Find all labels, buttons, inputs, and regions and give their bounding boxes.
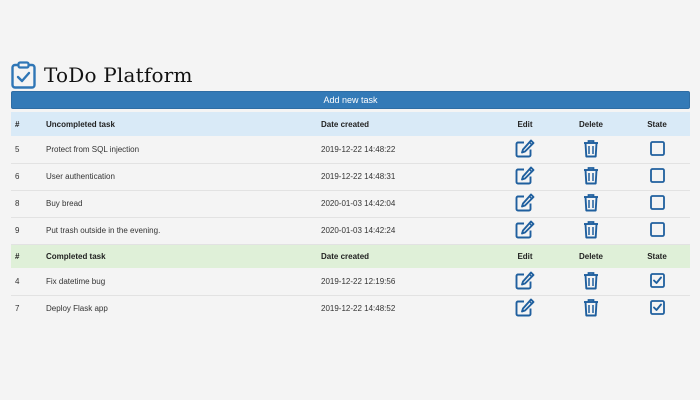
checkbox-empty-icon[interactable] [649,195,665,210]
task-date: 2019-12-22 14:48:31 [317,163,492,191]
edit-cell [492,190,558,218]
edit-icon[interactable] [515,298,535,317]
delete-cell [558,268,624,296]
uncompleted-header-edit: Edit [517,119,533,129]
state-cell [624,190,690,218]
trash-icon[interactable] [583,271,599,290]
task-name: Buy bread [42,190,317,218]
uncompleted-header-state: State [647,119,667,129]
task-id: 6 [11,163,42,191]
task-name: Put trash outside in the evening. [42,217,317,245]
trash-icon[interactable] [583,139,599,158]
table-row: 5 Protect from SQL injection 2019-12-22 14… [11,136,690,164]
task-date: 2020-01-03 14:42:04 [317,190,492,218]
task-name: User authentication [42,163,317,191]
state-cell [624,295,690,322]
checkbox-empty-icon[interactable] [649,222,665,237]
completed-header-state: State [647,251,667,261]
add-task-button[interactable]: Add new task [11,91,690,109]
clipboard-check-icon [11,61,36,89]
checkbox-checked-icon[interactable] [649,272,665,288]
uncompleted-header-date: Date created [321,119,370,129]
completed-header-num: # [15,251,20,261]
page-title: ToDo Platform [44,63,193,87]
task-id: 7 [15,304,20,314]
task-date: 2019-12-22 12:19:56 [317,268,492,296]
task-name: Protect from SQL injection [42,136,317,164]
edit-cell [492,163,558,191]
trash-icon[interactable] [583,220,599,239]
checkbox-empty-icon[interactable] [649,140,665,156]
delete-cell [558,295,624,322]
task-name: Fix datetime bug [42,268,317,296]
edit-cell [492,295,558,322]
state-cell [624,136,690,164]
checkbox-empty-icon[interactable] [649,168,665,183]
trash-icon[interactable] [583,193,599,212]
task-date: 2019-12-22 14:48:52 [321,304,396,314]
edit-cell [492,217,558,245]
state-cell [624,163,690,191]
table-row: 9 Put trash outside in the evening. 2020-0… [11,217,690,245]
tasks-table: # Uncompleted task Date created Edit Delete S… [11,112,690,322]
edit-cell [492,136,558,164]
table-row: 7 Deploy Flask app 2019-12-22 14:48:52 [11,295,690,322]
completed-header-delete: Delete [578,251,603,261]
uncompleted-header-task: Uncompleted task [46,119,115,129]
table-row: 4 Fix datetime bug 2019-12-22 12:19:56 [11,268,690,296]
completed-header-task: Completed task [46,251,106,261]
state-cell [624,268,690,296]
task-date: 2020-01-03 14:42:24 [317,217,492,245]
trash-icon[interactable] [583,298,599,317]
app-header: ToDo Platform [11,60,193,90]
edit-icon[interactable] [515,271,535,290]
table-row: 8 Buy bread 2020-01-03 14:42:04 [11,190,690,218]
task-id: 5 [11,136,42,164]
task-name: Deploy Flask app [46,304,108,314]
state-cell [624,217,690,245]
task-id: 9 [11,217,42,245]
completed-header-date: Date created [321,251,370,261]
checkbox-checked-icon[interactable] [649,300,665,316]
uncompleted-header-num: # [15,119,20,129]
task-id: 4 [11,268,42,296]
edit-icon[interactable] [515,139,535,158]
edit-icon[interactable] [515,193,535,212]
delete-cell [558,136,624,164]
edit-icon[interactable] [515,220,535,239]
uncompleted-header-delete: Delete [578,119,603,129]
edit-cell [492,268,558,296]
completed-header-row: # Completed task Date created Edit Delete Sta… [11,244,690,268]
trash-icon[interactable] [583,166,599,185]
task-id: 8 [11,190,42,218]
delete-cell [558,217,624,245]
delete-cell [558,190,624,218]
uncompleted-header-row: # Uncompleted task Date created Edit Delete S… [11,112,690,136]
task-date: 2019-12-22 14:48:22 [317,136,492,164]
completed-header-edit: Edit [517,251,533,261]
delete-cell [558,163,624,191]
edit-icon[interactable] [515,166,535,185]
table-row: 6 User authentication 2019-12-22 14:48:31 [11,163,690,191]
